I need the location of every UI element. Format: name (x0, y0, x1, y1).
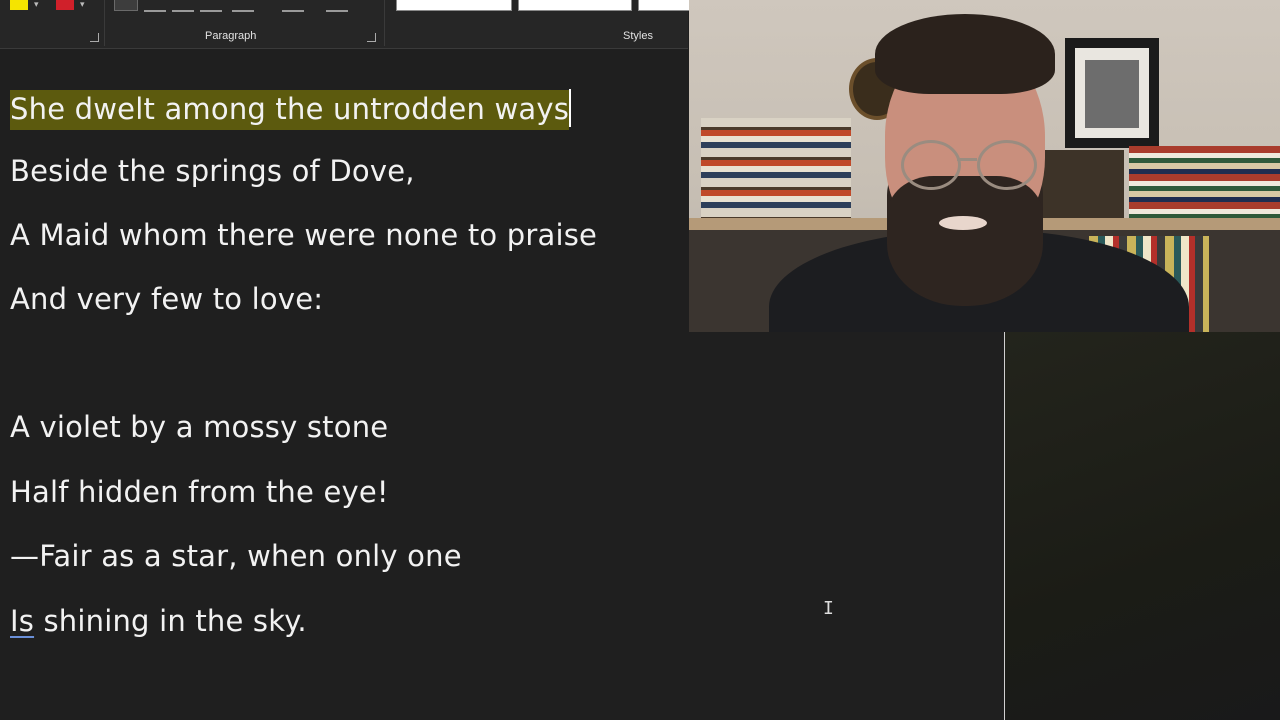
borders-button[interactable] (326, 0, 348, 12)
presenter-hair (875, 14, 1055, 94)
style-no-spacing[interactable] (518, 0, 632, 11)
poem-line-1[interactable]: She dwelt among the untrodden ways (10, 89, 572, 130)
font-dialog-launcher-icon[interactable] (90, 33, 99, 42)
text-caret (569, 89, 572, 127)
book-stack-middle (1034, 150, 1124, 218)
group-divider (384, 0, 385, 46)
font-color-button[interactable] (56, 0, 74, 10)
presenter-beard-front (887, 176, 1043, 306)
presenter-mouth (939, 216, 987, 230)
grammar-flagged-word[interactable]: Is (10, 604, 34, 638)
align-center-button[interactable] (144, 0, 166, 12)
align-right-button[interactable] (172, 0, 194, 12)
glasses-bridge (957, 158, 977, 161)
poem-line-4[interactable]: And very few to love: (10, 282, 323, 316)
style-normal[interactable] (396, 0, 512, 11)
line-spacing-button[interactable] (232, 0, 254, 12)
ribbon: ▾ ▾ Paragraph Styles (0, 0, 690, 49)
align-left-button[interactable] (114, 0, 138, 11)
paragraph-dialog-launcher-icon[interactable] (367, 33, 376, 42)
chevron-down-icon[interactable]: ▾ (34, 0, 39, 10)
presenter-webcam (689, 0, 1280, 332)
poem-line-6[interactable]: Half hidden from the eye! (10, 475, 389, 509)
book-stack-left (701, 118, 851, 218)
paragraph-group-label: Paragraph (205, 30, 257, 42)
text-highlight-color-button[interactable] (10, 0, 28, 10)
background-pane (1005, 332, 1280, 720)
picture-artwork (1085, 60, 1139, 128)
shading-button[interactable] (282, 0, 304, 12)
poem-line-2[interactable]: Beside the springs of Dove, (10, 154, 415, 188)
styles-group-label: Styles (623, 30, 653, 42)
ibeam-cursor-icon: I (823, 598, 834, 619)
poem-line-3[interactable]: A Maid whom there were none to praise (10, 218, 597, 252)
justify-button[interactable] (200, 0, 222, 12)
book-stack-right (1129, 146, 1280, 220)
selected-text[interactable]: She dwelt among the untrodden ways (10, 90, 570, 130)
poem-line-7[interactable]: —Fair as a star, when only one (10, 539, 462, 573)
poem-line-8[interactable]: Is shining in the sky. (10, 604, 307, 638)
poem-line-5[interactable]: A violet by a mossy stone (10, 410, 388, 444)
line-text: shining in the sky. (34, 604, 307, 638)
glasses-left-lens (901, 140, 961, 190)
chevron-down-icon[interactable]: ▾ (80, 0, 85, 10)
glasses-right-lens (977, 140, 1037, 190)
style-heading[interactable] (638, 0, 690, 11)
group-divider (104, 0, 105, 46)
